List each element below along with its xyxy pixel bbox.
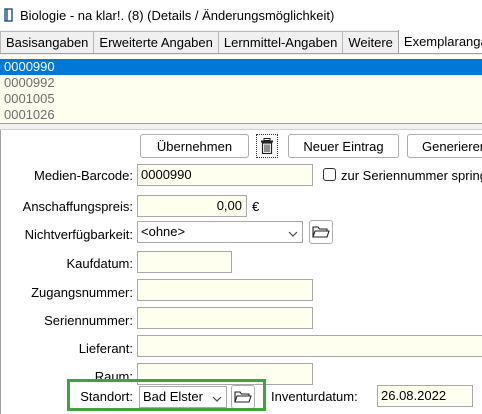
inventory-date-field[interactable]: 26.08.2022 — [377, 385, 473, 407]
inventory-date-label: Inventurdatum: — [271, 389, 358, 404]
chevron-down-icon — [211, 391, 223, 403]
detail-form: Übernehmen Neuer Eintrag Generieren Medi… — [0, 130, 482, 414]
serial-jump-label: zur Seriennummer springen — [341, 168, 482, 183]
accession-field[interactable] — [137, 279, 313, 301]
barcode-label: Medien-Barcode: — [34, 168, 133, 183]
price-field[interactable]: 0,00 — [137, 195, 247, 217]
accession-label: Zugangsnummer: — [31, 285, 133, 300]
tab-basisangaben[interactable]: Basisangaben — [0, 31, 95, 53]
window-title: Biologie - na klar!. (8) (Details / Ände… — [20, 7, 335, 23]
list-item[interactable]: 0001026 — [0, 107, 482, 123]
room-field[interactable] — [137, 363, 313, 385]
purchase-date-field[interactable] — [137, 251, 232, 273]
list-item[interactable]: 0000992 — [0, 75, 482, 91]
book-icon — [4, 8, 14, 22]
price-label: Anschaffungspreis: — [22, 199, 133, 214]
room-label: Raum: — [94, 369, 133, 384]
location-label: Standort: — [80, 389, 133, 404]
currency-label: € — [252, 199, 260, 214]
serial-number-label: Seriennummer: — [44, 313, 133, 328]
tab-lernmittel-angaben[interactable]: Lernmittel-Angaben — [217, 31, 344, 53]
list-item[interactable]: 0000990 — [0, 59, 482, 75]
supplier-label: Lieferant: — [78, 341, 133, 356]
folder-icon[interactable] — [309, 220, 333, 244]
serial-jump-checkbox[interactable] — [323, 168, 336, 181]
folder-icon[interactable] — [231, 385, 255, 409]
tab-bar: Basisangaben Erweiterte Angaben Lernmitt… — [0, 30, 482, 54]
list-item[interactable]: 0001005 — [0, 91, 482, 107]
location-select[interactable]: Bad Elster — [139, 386, 227, 408]
unavailable-select[interactable]: <ohne> — [137, 221, 303, 243]
tab-erweiterte-angaben[interactable]: Erweiterte Angaben — [93, 31, 219, 53]
barcode-field[interactable]: 0000990 — [137, 164, 313, 186]
generate-button[interactable]: Generieren — [407, 134, 482, 158]
purchase-date-label: Kaufdatum: — [66, 256, 134, 271]
serial-number-field[interactable] — [137, 307, 313, 329]
location-select-value: Bad Elster — [143, 389, 203, 404]
new-entry-button[interactable]: Neuer Eintrag — [288, 134, 399, 158]
supplier-field[interactable] — [137, 335, 482, 357]
tab-weitere[interactable]: Weitere — [342, 31, 399, 53]
copies-list[interactable]: 0000990 0000992 0001005 0001026 — [0, 55, 482, 124]
chevron-down-icon — [287, 226, 299, 238]
tab-exemplarangaben[interactable]: Exemplarangaben — [397, 30, 482, 53]
title-bar: Biologie - na klar!. (8) (Details / Ände… — [0, 0, 482, 30]
trash-icon[interactable] — [256, 134, 278, 158]
unavailable-select-value: <ohne> — [141, 224, 186, 239]
unavailable-label: Nichtverfügbarkeit: — [24, 227, 133, 242]
apply-button[interactable]: Übernehmen — [140, 134, 249, 158]
